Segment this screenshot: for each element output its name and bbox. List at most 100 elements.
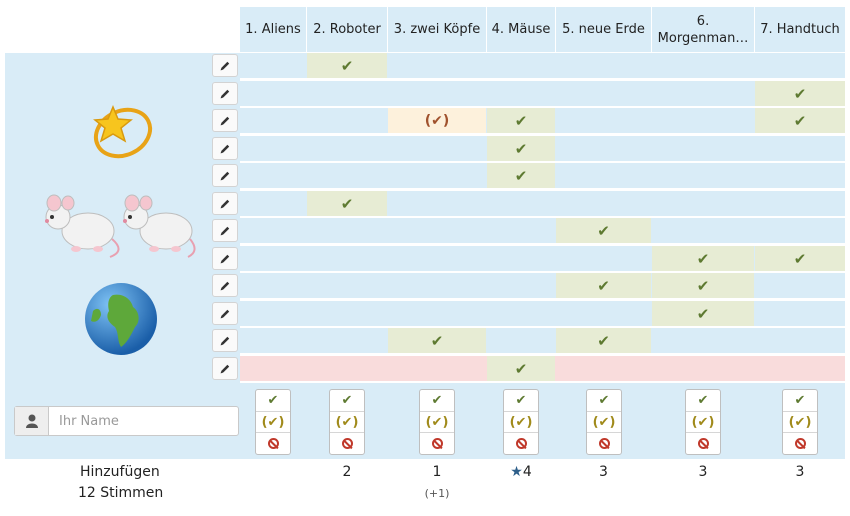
option-total: 3 [755, 464, 845, 480]
header-option-4: 4. Mäuse [487, 7, 555, 52]
votes-count-label: 12 Stimmen [78, 485, 164, 501]
table-row: ✔ [240, 301, 845, 326]
vote-selector: ✔ (✔) [586, 389, 622, 455]
vote-no-option[interactable] [587, 433, 621, 454]
prohibited-icon [598, 438, 610, 450]
vote-yes-option[interactable]: ✔ [783, 390, 817, 412]
vote-yes-option[interactable]: ✔ [420, 390, 454, 412]
row-divider [240, 133, 845, 135]
edit-row-button[interactable] [212, 302, 238, 325]
edit-row-button[interactable] [212, 274, 238, 297]
table-row: ✔ ✔ [240, 246, 845, 271]
vote-maybe-option[interactable]: (✔) [330, 412, 364, 434]
maybe-check-icon: (✔) [424, 112, 450, 129]
header-option-1: 1. Aliens [240, 7, 306, 52]
vote-cell-yes: ✔ [487, 356, 555, 381]
vote-yes-option[interactable]: ✔ [256, 390, 290, 412]
header-label-line1: 6. [696, 13, 710, 29]
option-total-value: 3 [599, 464, 608, 480]
option-total: 3 [652, 464, 754, 480]
vote-no-option[interactable] [330, 433, 364, 454]
edit-row-button[interactable] [212, 219, 238, 242]
check-icon: ✔ [597, 221, 610, 240]
pencil-icon [220, 309, 230, 318]
vote-maybe-option[interactable]: (✔) [504, 412, 538, 434]
edit-row-button[interactable] [212, 109, 238, 132]
vote-no-option[interactable] [420, 433, 454, 454]
check-icon: ✔ [793, 111, 807, 130]
option-total-value: 3 [698, 464, 708, 480]
check-icon: ✔ [340, 56, 354, 75]
pencil-icon [220, 171, 230, 180]
two-mice-emoji [40, 191, 200, 263]
name-field[interactable] [14, 406, 239, 436]
edit-row-button[interactable] [212, 54, 238, 77]
vote-selector: ✔ (✔) [685, 389, 721, 455]
vote-cell-yes: ✔ [556, 273, 651, 298]
check-icon: ✔ [696, 304, 710, 323]
prohibited-icon [794, 438, 806, 450]
header-label: 1. Aliens [245, 22, 301, 37]
pencil-icon [220, 226, 230, 235]
vote-maybe-option[interactable]: (✔) [686, 412, 720, 434]
table-row: ✔ [240, 136, 845, 161]
pencil-icon [220, 336, 230, 345]
option-total-value: 1 [432, 464, 442, 480]
vote-cell-yes: ✔ [652, 301, 754, 326]
pencil-icon [220, 116, 230, 125]
vote-no-option[interactable] [783, 433, 817, 454]
vote-maybe-option[interactable]: (✔) [256, 412, 290, 434]
vote-cell-yes: ✔ [755, 81, 845, 106]
row-divider [240, 243, 845, 245]
edit-row-button[interactable] [212, 357, 238, 380]
vote-yes-option[interactable]: ✔ [330, 390, 364, 412]
check-icon: ✔ [514, 359, 528, 378]
vote-no-option[interactable] [686, 433, 720, 454]
vote-cell-yes: ✔ [307, 53, 387, 78]
header-option-6: 6. Morgenman… [652, 7, 754, 52]
vote-yes-option[interactable]: ✔ [686, 390, 720, 412]
edit-row-button[interactable] [212, 329, 238, 352]
table-row: ✔ [240, 191, 845, 216]
pencil-icon [220, 364, 230, 373]
vote-cell-yes: ✔ [652, 246, 754, 271]
participant-panel [5, 53, 240, 383]
vote-cell-yes: ✔ [556, 218, 651, 243]
edit-row-button[interactable] [212, 247, 238, 270]
vote-cell-yes: ✔ [307, 191, 387, 216]
table-row: ✔ [240, 163, 845, 188]
edit-row-button[interactable] [212, 192, 238, 215]
header-option-7: 7. Handtuch [755, 7, 845, 52]
table-row: ✔ [240, 81, 845, 106]
vote-yes-option[interactable]: ✔ [587, 390, 621, 412]
edit-row-button[interactable] [212, 82, 238, 105]
vote-no-option[interactable] [504, 433, 538, 454]
star-icon: ★ [510, 464, 523, 480]
edit-row-button[interactable] [212, 164, 238, 187]
vote-maybe-option[interactable]: (✔) [783, 412, 817, 434]
pencil-icon [220, 144, 230, 153]
vote-maybe-option[interactable]: (✔) [420, 412, 454, 434]
header-option-5: 5. neue Erde [556, 7, 651, 52]
vote-selector: ✔ (✔) [782, 389, 818, 455]
vote-maybe-option[interactable]: (✔) [587, 412, 621, 434]
header-label: 3. zwei Köpfe [393, 22, 481, 37]
header-label-line2: Morgenman… [657, 30, 749, 46]
edit-row-button[interactable] [212, 137, 238, 160]
name-input[interactable] [49, 407, 238, 435]
vote-cell-yes: ✔ [652, 273, 754, 298]
option-total: 2 [307, 464, 387, 480]
option-total-value: 4 [522, 464, 532, 480]
table-row: ✔ [240, 218, 845, 243]
vote-selector: ✔ (✔) [255, 389, 291, 455]
row-divider [240, 188, 845, 190]
vote-selector: ✔ (✔) [503, 389, 539, 455]
prohibited-icon [267, 438, 279, 450]
vote-no-option[interactable] [256, 433, 290, 454]
check-icon: ✔ [514, 111, 528, 130]
add-button[interactable]: Hinzufügen [80, 464, 160, 480]
table-row: ✔ [240, 53, 845, 78]
header-label: 5. neue Erde [562, 22, 645, 37]
vote-yes-option[interactable]: ✔ [504, 390, 538, 412]
header-label: 7. Handtuch [760, 22, 840, 37]
